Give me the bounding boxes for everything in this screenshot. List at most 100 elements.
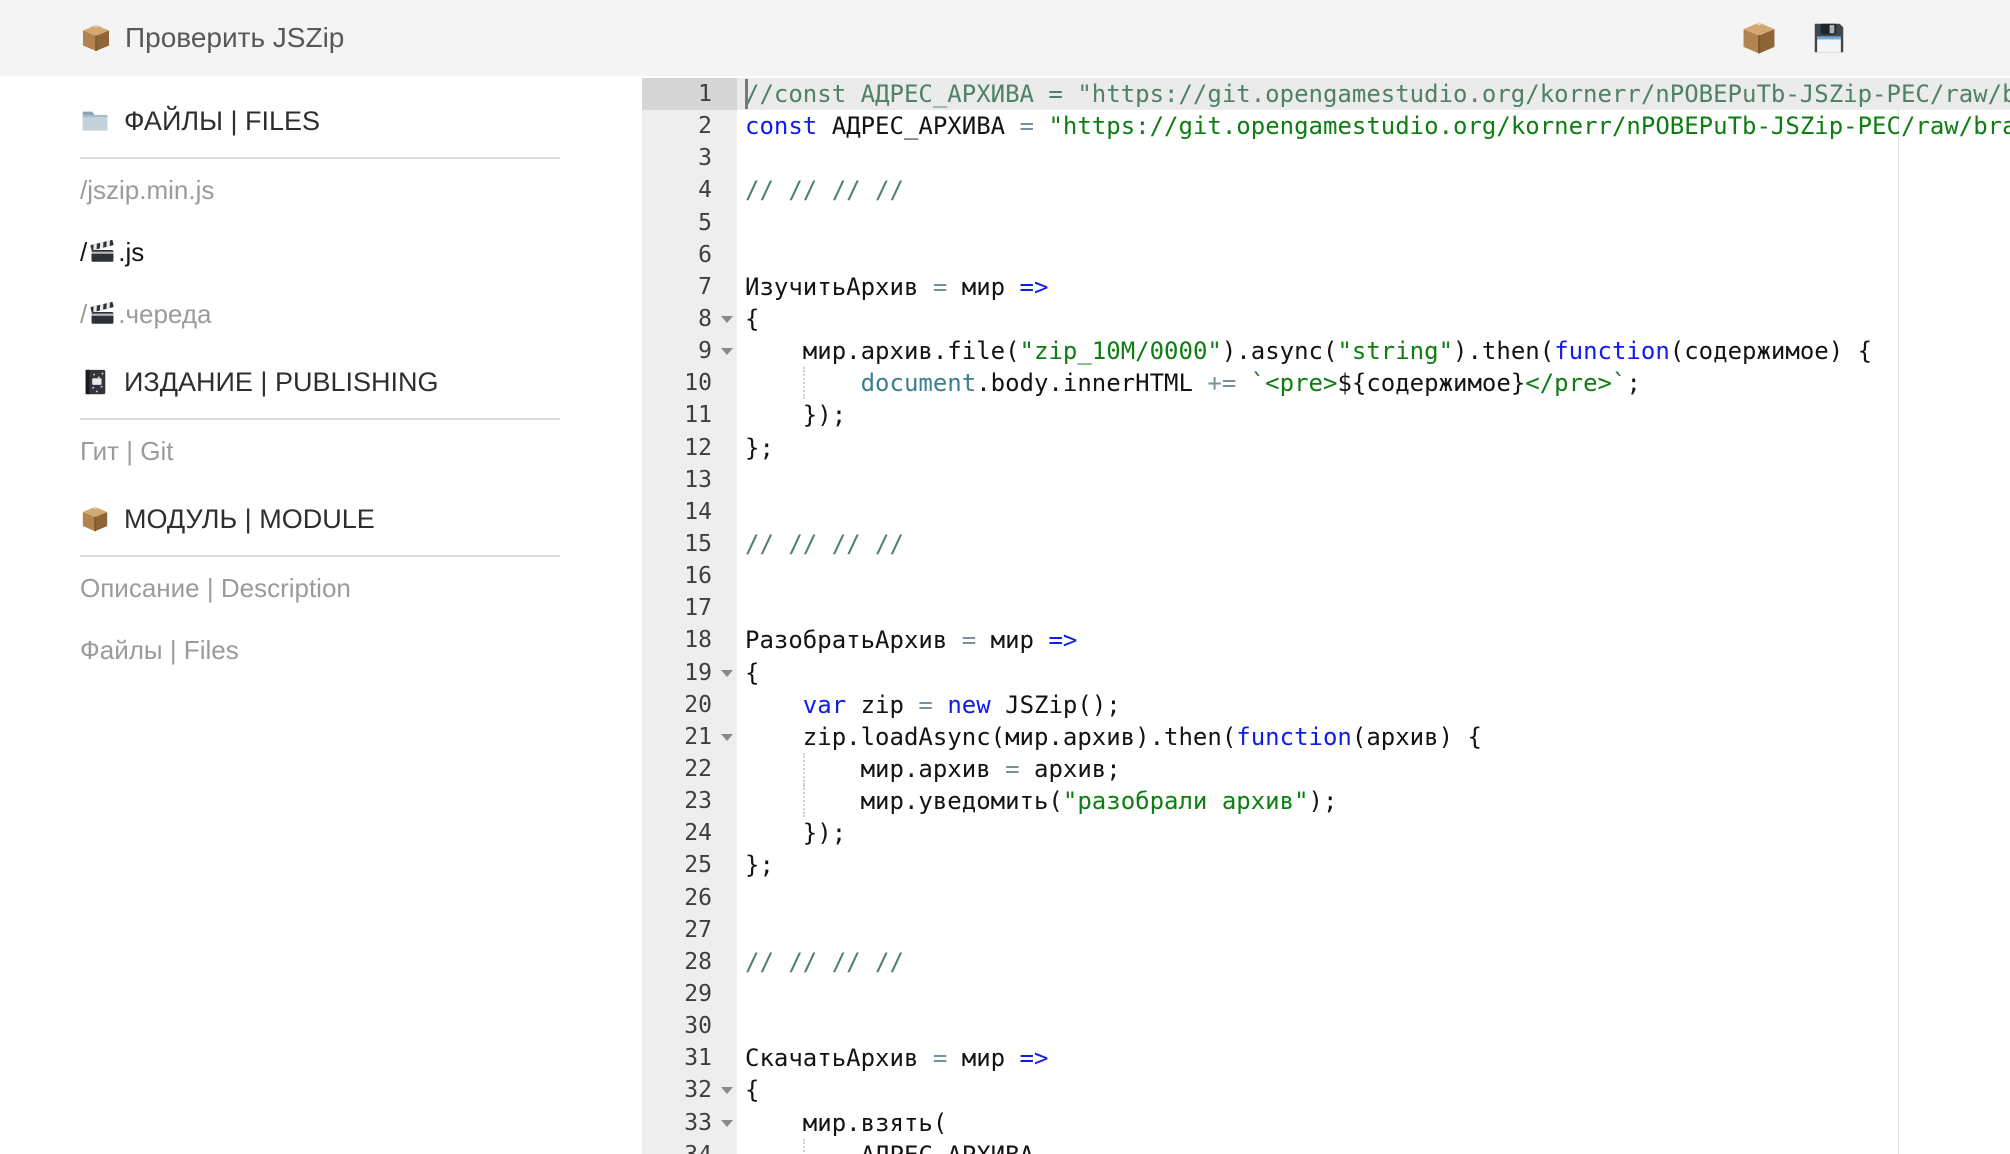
code-editor[interactable]: 1//const АДРЕС_АРХИВА = "https://git.ope… bbox=[642, 78, 2010, 1154]
code-line-content[interactable]: zip.loadAsync(мир.архив).then(function(а… bbox=[737, 721, 2010, 753]
code-line-content[interactable]: ИзучитьАрхив = мир => bbox=[737, 271, 2010, 303]
code-line-content[interactable] bbox=[737, 464, 2010, 496]
line-gutter: 5 bbox=[642, 207, 737, 239]
indent-guide-line bbox=[803, 785, 805, 817]
code-line-content[interactable]: var zip = new JSZip(); bbox=[737, 689, 2010, 721]
code-line: 5 bbox=[642, 207, 2010, 239]
code-line: 27 bbox=[642, 914, 2010, 946]
code-line: 22 мир.архив = архив; bbox=[642, 753, 2010, 785]
fold-arrow-icon[interactable] bbox=[721, 348, 733, 355]
code-line-content[interactable]: мир.уведомить("разобрали архив"); bbox=[737, 785, 2010, 817]
code-line: 23 мир.уведомить("разобрали архив"); bbox=[642, 785, 2010, 817]
line-gutter: 25 bbox=[642, 849, 737, 881]
code-line-content[interactable] bbox=[737, 882, 2010, 914]
code-line: 10 document.body.innerHTML += `<pre>${со… bbox=[642, 367, 2010, 399]
line-number: 15 bbox=[684, 531, 712, 557]
line-gutter: 18 bbox=[642, 624, 737, 656]
sidebar: ФАЙЛЫ | FILES/jszip.min.js/.js/.чередаИЗ… bbox=[80, 78, 560, 681]
code-line-content[interactable]: }; bbox=[737, 432, 2010, 464]
code-line: 6 bbox=[642, 239, 2010, 271]
line-gutter: 15 bbox=[642, 528, 737, 560]
folder-icon bbox=[80, 106, 110, 136]
line-number: 29 bbox=[684, 981, 712, 1007]
code-line-content[interactable] bbox=[737, 914, 2010, 946]
code-line-content[interactable]: РазобратьАрхив = мир => bbox=[737, 624, 2010, 656]
code-line: 15 // // // // bbox=[642, 528, 2010, 560]
line-gutter: 26 bbox=[642, 882, 737, 914]
code-line: 14 bbox=[642, 496, 2010, 528]
line-number: 14 bbox=[684, 499, 712, 525]
code-line-content[interactable]: const АДРЕС_АРХИВА = "https://git.openga… bbox=[737, 110, 2010, 142]
sidebar-section-label: ФАЙЛЫ | FILES bbox=[124, 106, 320, 137]
code-line-content[interactable] bbox=[737, 142, 2010, 174]
save-icon-button[interactable] bbox=[1810, 19, 1848, 57]
sidebar-section-module: МОДУЛЬ | MODULE bbox=[80, 499, 560, 539]
code-line: 11 }); bbox=[642, 399, 2010, 431]
code-line-content[interactable] bbox=[737, 1010, 2010, 1042]
code-line-content[interactable]: { bbox=[737, 1074, 2010, 1106]
line-number: 28 bbox=[684, 949, 712, 975]
line-gutter: 21 bbox=[642, 721, 737, 753]
line-number: 27 bbox=[684, 917, 712, 943]
code-line-content[interactable] bbox=[737, 207, 2010, 239]
code-line: 34 АДРЕС_АРХИВА bbox=[642, 1139, 2010, 1154]
line-number: 13 bbox=[684, 467, 712, 493]
line-number: 33 bbox=[684, 1110, 712, 1136]
sidebar-item-description[interactable]: Описание | Description bbox=[80, 557, 560, 619]
line-number: 25 bbox=[684, 852, 712, 878]
indent-guide-line bbox=[803, 367, 805, 399]
line-number: 19 bbox=[684, 660, 712, 686]
code-line-content[interactable] bbox=[737, 239, 2010, 271]
line-number: 7 bbox=[698, 274, 712, 300]
fold-arrow-icon[interactable] bbox=[721, 1120, 733, 1127]
line-number: 34 bbox=[684, 1142, 712, 1154]
line-number: 8 bbox=[698, 306, 712, 332]
code-line-content[interactable]: }); bbox=[737, 399, 2010, 431]
package-icon bbox=[80, 504, 110, 534]
notebook-icon bbox=[80, 367, 110, 397]
code-line-content[interactable]: АДРЕС_АРХИВА bbox=[737, 1139, 2010, 1154]
code-line-content[interactable] bbox=[737, 496, 2010, 528]
fold-arrow-icon[interactable] bbox=[721, 734, 733, 741]
code-line-content[interactable] bbox=[737, 592, 2010, 624]
code-line-content[interactable]: //const АДРЕС_АРХИВА = "https://git.open… bbox=[737, 78, 2010, 110]
code-line-content[interactable]: // // // // bbox=[737, 946, 2010, 978]
line-number: 26 bbox=[684, 885, 712, 911]
sidebar-item-film-js[interactable]: /.js bbox=[80, 221, 560, 283]
clapper-board-icon bbox=[89, 301, 116, 328]
code-line: 18 РазобратьАрхив = мир => bbox=[642, 624, 2010, 656]
sidebar-item-jszip-min-js[interactable]: /jszip.min.js bbox=[80, 159, 560, 221]
fold-arrow-icon[interactable] bbox=[721, 1087, 733, 1094]
line-gutter: 7 bbox=[642, 271, 737, 303]
line-gutter: 27 bbox=[642, 914, 737, 946]
code-line-content[interactable] bbox=[737, 560, 2010, 592]
sidebar-item-film-chereda[interactable]: /.череда bbox=[80, 283, 560, 345]
sidebar-item-files[interactable]: Файлы | Files bbox=[80, 619, 560, 681]
package-icon-button[interactable] bbox=[1740, 19, 1778, 57]
line-gutter: 23 bbox=[642, 785, 737, 817]
code-line-content[interactable]: { bbox=[737, 657, 2010, 689]
code-line-content[interactable]: // // // // bbox=[737, 528, 2010, 560]
code-line-content[interactable]: СкачатьАрхив = мир => bbox=[737, 1042, 2010, 1074]
code-line-content[interactable]: { bbox=[737, 303, 2010, 335]
code-line-content[interactable]: document.body.innerHTML += `<pre>${содер… bbox=[737, 367, 2010, 399]
line-gutter: 29 bbox=[642, 978, 737, 1010]
code-line-content[interactable] bbox=[737, 978, 2010, 1010]
fold-arrow-icon[interactable] bbox=[721, 670, 733, 677]
line-gutter: 6 bbox=[642, 239, 737, 271]
fold-arrow-icon[interactable] bbox=[721, 316, 733, 323]
code-line-content[interactable]: мир.архив = архив; bbox=[737, 753, 2010, 785]
code-line-content[interactable]: }; bbox=[737, 849, 2010, 881]
line-number: 20 bbox=[684, 692, 712, 718]
sidebar-item-git[interactable]: Гит | Git bbox=[80, 420, 560, 482]
code-line-content[interactable]: мир.взять( bbox=[737, 1107, 2010, 1139]
code-line-content[interactable]: }); bbox=[737, 817, 2010, 849]
line-number: 18 bbox=[684, 627, 712, 653]
line-number: 12 bbox=[684, 435, 712, 461]
code-line: 13 bbox=[642, 464, 2010, 496]
code-line-content[interactable]: // // // // bbox=[737, 174, 2010, 206]
line-gutter: 17 bbox=[642, 592, 737, 624]
code-line-content[interactable]: мир.архив.file("zip_10M/0000").async("st… bbox=[737, 335, 2010, 367]
line-number: 9 bbox=[698, 338, 712, 364]
line-gutter: 16 bbox=[642, 560, 737, 592]
